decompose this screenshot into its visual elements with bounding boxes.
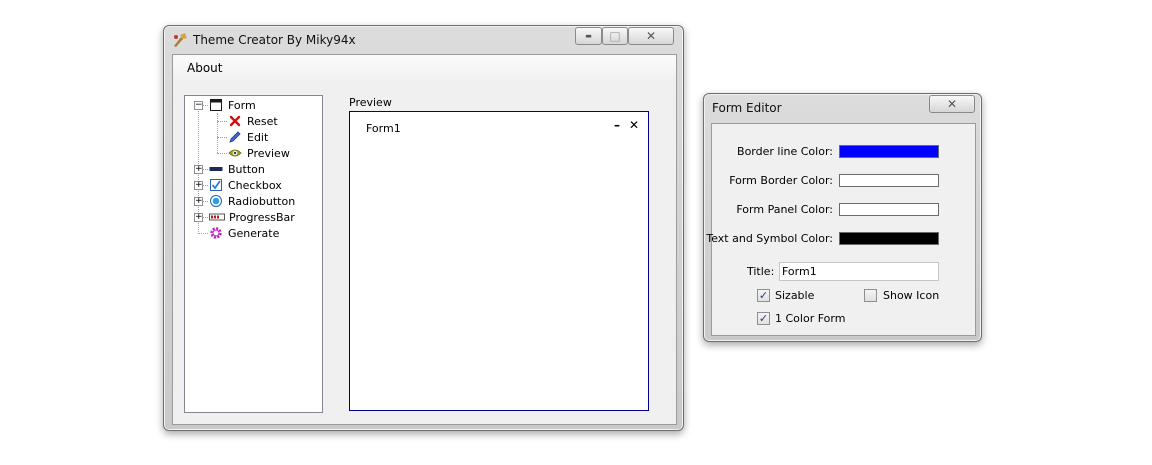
- form-editor-client-area: Border line Color: Form Border Color: Fo…: [706, 123, 976, 336]
- border-line-color-swatch[interactable]: [839, 145, 939, 158]
- preview-form-title: Form1: [366, 122, 401, 135]
- minimize-button[interactable]: ▬: [575, 27, 602, 45]
- tree-item-reset[interactable]: Reset: [228, 113, 278, 129]
- form-panel-color-swatch[interactable]: [839, 203, 939, 216]
- form-panel-color-label: Form Panel Color:: [736, 203, 833, 216]
- close-button[interactable]: ✕: [628, 27, 674, 45]
- red-x-icon: [228, 114, 242, 128]
- show-icon-checkbox[interactable]: [864, 289, 877, 302]
- tree-item-label: Checkbox: [228, 178, 282, 192]
- one-color-form-checkbox[interactable]: ✓: [757, 312, 770, 325]
- maximize-button[interactable]: □: [602, 27, 628, 45]
- tree-line: [198, 233, 208, 234]
- gear-icon: [209, 226, 223, 240]
- title-input[interactable]: [779, 262, 939, 281]
- tree-item-progressbar[interactable]: ProgressBar: [209, 209, 295, 225]
- theme-creator-window: Theme Creator By Miky94x ▬ □ ✕ About − F…: [163, 25, 684, 431]
- window-title: Theme Creator By Miky94x: [193, 33, 356, 47]
- sizable-checkbox[interactable]: ✓: [757, 289, 770, 302]
- tree-line: [217, 137, 227, 138]
- one-color-form-label: 1 Color Form: [775, 312, 846, 325]
- tree-item-generate[interactable]: Generate: [209, 225, 279, 241]
- tree-item-form[interactable]: Form: [209, 97, 256, 113]
- border-line-color-label: Border line Color:: [737, 145, 833, 158]
- tree-item-button[interactable]: Button: [209, 161, 265, 177]
- tree-item-label: Generate: [228, 226, 280, 240]
- close-icon: ✕: [946, 97, 958, 111]
- form-border-color-swatch[interactable]: [839, 174, 939, 187]
- tree-item-label: Edit: [247, 130, 269, 144]
- window-icon: [209, 98, 223, 112]
- sizable-label: Sizable: [775, 289, 815, 302]
- tree-line: [217, 153, 227, 154]
- tree-expand-toggle[interactable]: +: [194, 165, 203, 174]
- tree-expand-toggle[interactable]: +: [194, 181, 203, 190]
- preview-panel: Form1 – ✕: [349, 111, 649, 411]
- form-editor-window: Form Editor ✕ Border line Color: Form Bo…: [703, 93, 982, 342]
- maximize-icon: □: [609, 29, 621, 43]
- tree-item-label: Button: [228, 162, 265, 176]
- progressbar-icon: [209, 210, 225, 224]
- radio-icon: [209, 194, 223, 208]
- preview-close-icon: ✕: [628, 118, 639, 132]
- show-icon-label: Show Icon: [883, 289, 940, 302]
- checkbox-icon: [209, 178, 223, 192]
- app-icon: [172, 32, 188, 48]
- menu-item-about[interactable]: About: [187, 61, 222, 75]
- form-editor-title: Form Editor: [712, 101, 782, 115]
- tree-item-radiobutton[interactable]: Radiobutton: [209, 193, 295, 209]
- form-border-color-label: Form Border Color:: [729, 174, 833, 187]
- tree-expand-toggle[interactable]: +: [194, 197, 203, 206]
- tree-item-checkbox[interactable]: Checkbox: [209, 177, 282, 193]
- tree-expand-toggle[interactable]: +: [194, 213, 203, 222]
- tree-item-label: Reset: [247, 114, 278, 128]
- title-label: Title:: [747, 265, 775, 278]
- tree-line: [217, 113, 218, 153]
- tree-item-label: ProgressBar: [229, 210, 295, 224]
- form-editor-title-bar[interactable]: Form Editor ✕: [704, 94, 981, 122]
- form-editor-close-button[interactable]: ✕: [929, 95, 975, 113]
- tree-item-label: Radiobutton: [228, 194, 296, 208]
- preview-label: Preview: [349, 96, 392, 109]
- tree-collapse-toggle[interactable]: −: [194, 101, 203, 110]
- tree-item-label: Preview: [247, 146, 290, 160]
- tree-line: [217, 121, 227, 122]
- title-bar[interactable]: Theme Creator By Miky94x ▬ □ ✕: [164, 26, 683, 54]
- preview-minimize-icon: –: [614, 118, 620, 132]
- minimize-icon: ▬: [585, 32, 592, 40]
- tree-item-preview[interactable]: Preview: [228, 145, 290, 161]
- main-client-area: About − Form Reset Edit Preview + Button…: [172, 54, 677, 425]
- pencil-icon: [228, 130, 242, 144]
- text-symbol-color-swatch[interactable]: [839, 232, 939, 245]
- eye-icon: [228, 146, 242, 160]
- tree-item-label: Form: [228, 98, 256, 112]
- tree-item-edit[interactable]: Edit: [228, 129, 268, 145]
- text-symbol-color-label: Text and Symbol Color:: [706, 232, 833, 245]
- button-icon: [209, 162, 223, 176]
- component-tree[interactable]: − Form Reset Edit Preview + Button + Che…: [184, 95, 323, 413]
- close-icon: ✕: [645, 29, 657, 43]
- menu-bar: About: [173, 55, 676, 80]
